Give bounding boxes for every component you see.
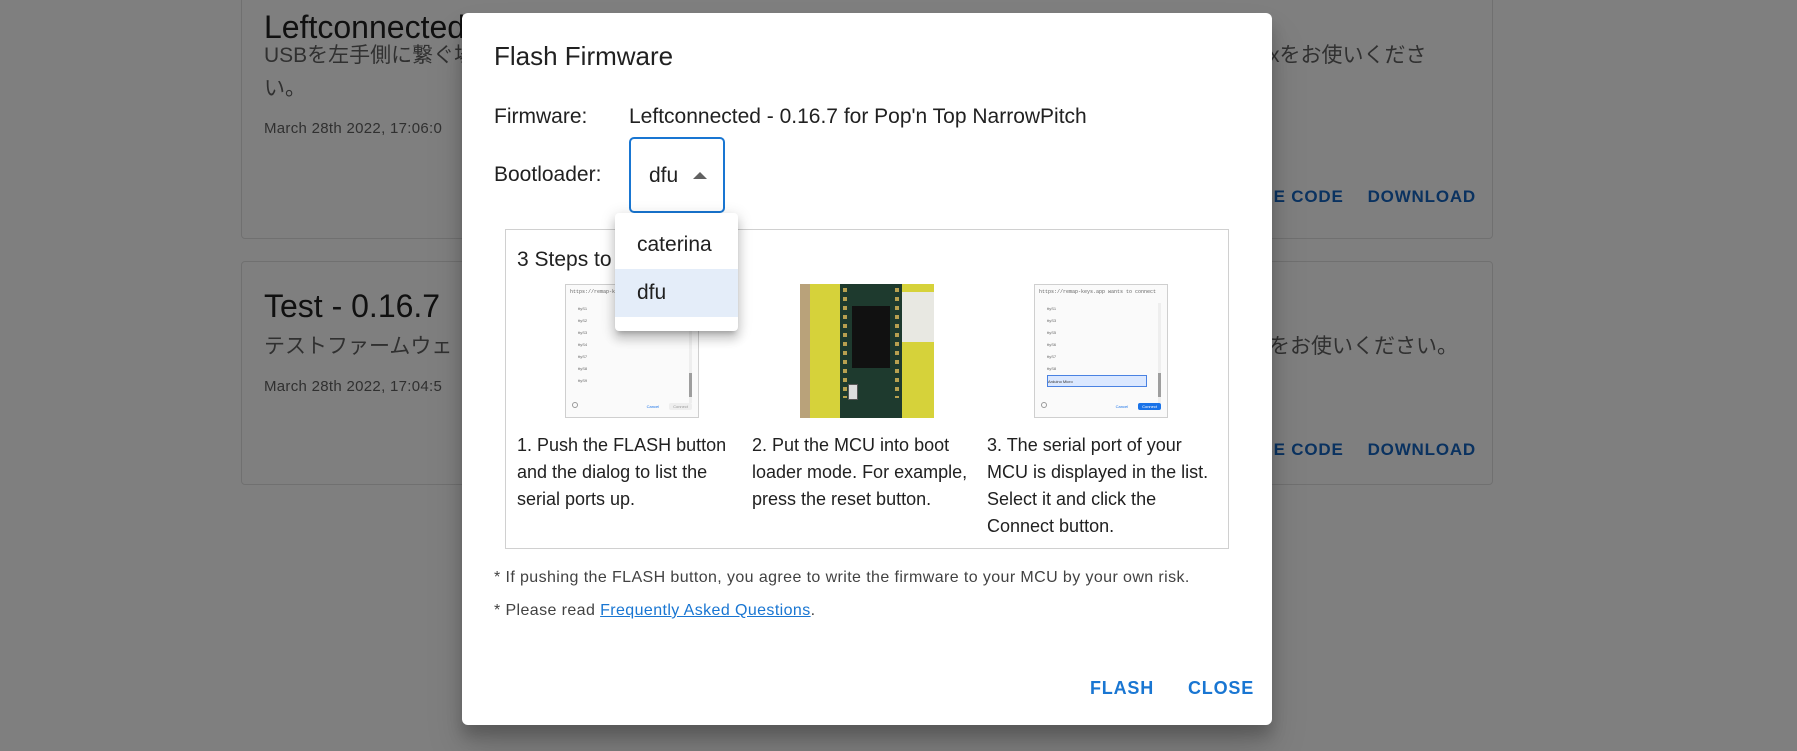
photo-pins-right bbox=[895, 288, 899, 398]
help-icon bbox=[572, 402, 578, 408]
photo-reset-button bbox=[848, 384, 858, 400]
screenshot-scroll-thumb bbox=[1158, 373, 1161, 397]
bootloader-option-dfu[interactable]: dfu bbox=[615, 269, 738, 317]
bootloader-select[interactable]: dfu bbox=[629, 137, 725, 213]
step-3-text: 3. The serial port of your MCU is displa… bbox=[987, 435, 1209, 536]
screenshot-cancel-button: Cancel bbox=[646, 403, 660, 409]
risk-note: * If pushing the FLASH button, you agree… bbox=[494, 569, 1190, 586]
screenshot-port-list: ttyS1 ttyS3 ttyS5 ttyS6 ttyS7 ttyS8 Ardu… bbox=[1047, 303, 1147, 387]
bootloader-select-value: dfu bbox=[649, 164, 679, 187]
screenshot-scroll-thumb bbox=[689, 373, 692, 397]
faq-note-suffix: . bbox=[810, 602, 816, 619]
photo-pins-left bbox=[843, 288, 847, 398]
screenshot-port-item: ttyS9 bbox=[578, 378, 588, 383]
screenshot-connect-button: Connect bbox=[669, 402, 692, 410]
screenshot-port-item-selected: Arduino Micro bbox=[1047, 375, 1147, 387]
screenshot-cancel-button: Cancel bbox=[1115, 403, 1129, 409]
firmware-label: Firmware: bbox=[494, 105, 588, 128]
screenshot-port-item: ttyS7 bbox=[578, 354, 588, 359]
caret-up-icon bbox=[693, 172, 707, 179]
steps-title: 3 Steps to bbox=[517, 248, 612, 271]
screenshot-port-item: ttyS5 bbox=[1047, 330, 1057, 335]
step-2-text: 2. Put the MCU into boot loader mode. Fo… bbox=[752, 435, 968, 509]
faq-note: * Please read Frequently Asked Questions… bbox=[494, 602, 815, 620]
close-button[interactable]: CLOSE bbox=[1188, 678, 1254, 699]
screenshot-connect-button: Connect bbox=[1138, 402, 1161, 410]
bootloader-label: Bootloader: bbox=[494, 163, 602, 186]
dialog-title: Flash Firmware bbox=[494, 41, 674, 71]
faq-link[interactable]: Frequently Asked Questions bbox=[600, 602, 811, 619]
serial-port-selected-screenshot: https://remap-keys.app wants to connect … bbox=[1034, 284, 1168, 418]
firmware-value: Leftconnected - 0.16.7 for Pop'n Top Nar… bbox=[629, 105, 1087, 128]
screenshot-port-item: ttyS6 bbox=[1047, 342, 1057, 347]
screenshot-footer: Cancel Connect bbox=[572, 401, 692, 411]
screenshot-url-text: https://remap-keys.app wants to connect bbox=[1039, 289, 1157, 295]
steps-panel: 3 Steps to https://remap-keys.app ttyS1 … bbox=[505, 229, 1229, 549]
flash-firmware-dialog: Flash Firmware Firmware: Leftconnected -… bbox=[462, 13, 1272, 725]
screenshot-port-item: ttyS3 bbox=[1047, 318, 1057, 323]
faq-note-prefix: * Please read bbox=[494, 602, 601, 619]
photo-keycap bbox=[902, 292, 934, 342]
flash-button[interactable]: FLASH bbox=[1090, 678, 1154, 699]
help-icon bbox=[1041, 402, 1047, 408]
screenshot-port-item: ttyS8 bbox=[578, 366, 588, 371]
photo-chip bbox=[852, 306, 890, 368]
mcu-board-photo bbox=[800, 284, 934, 418]
step-1-text: 1. Push the FLASH button and the dialog … bbox=[517, 435, 727, 509]
screenshot-port-item: ttyS7 bbox=[1047, 354, 1057, 359]
screenshot-port-item: ttyS8 bbox=[1047, 366, 1057, 371]
screenshot-port-item: ttyS4 bbox=[578, 342, 588, 347]
screenshot-footer: Cancel Connect bbox=[1041, 401, 1161, 411]
bootloader-dropdown-menu: caterina dfu bbox=[615, 213, 738, 331]
bootloader-option-caterina[interactable]: caterina bbox=[615, 221, 738, 269]
screenshot-port-item: ttyS1 bbox=[1047, 306, 1057, 311]
